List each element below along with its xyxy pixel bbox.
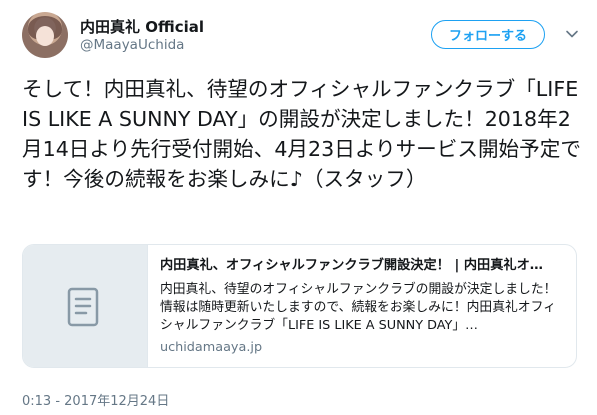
card-thumbnail — [23, 245, 148, 367]
chevron-down-icon[interactable] — [565, 27, 579, 41]
card-description: 内田真礼、待望のオフィシャルファンクラブの開設が決定しました！情報は随時更新いた… — [160, 282, 557, 333]
tweet-timestamp[interactable]: 0:13 - 2017年12月24日 — [22, 390, 169, 409]
follow-button[interactable]: フォローする — [431, 20, 545, 49]
author-name[interactable]: 内田真礼 Official — [80, 16, 204, 37]
document-icon — [67, 287, 99, 327]
author-handle[interactable]: @MaayaUchida — [80, 37, 184, 53]
link-card[interactable]: 内田真礼、オフィシャルファンクラブ開設決定！ | 内田真礼オ… 内田真礼、待望の… — [22, 244, 577, 368]
card-title: 内田真礼、オフィシャルファンクラブ開設決定！ | 内田真礼オ… — [160, 258, 543, 273]
card-domain: uchidamaaya.jp — [160, 340, 263, 355]
tweet-text: そして！内田真礼、待望のオフィシャルファンクラブ「LIFE IS LIKE A … — [22, 77, 581, 191]
card-body: 内田真礼、オフィシャルファンクラブ開設決定！ | 内田真礼オ… 内田真礼、待望の… — [148, 245, 576, 367]
avatar[interactable] — [22, 12, 68, 58]
avatar-face — [36, 26, 54, 46]
